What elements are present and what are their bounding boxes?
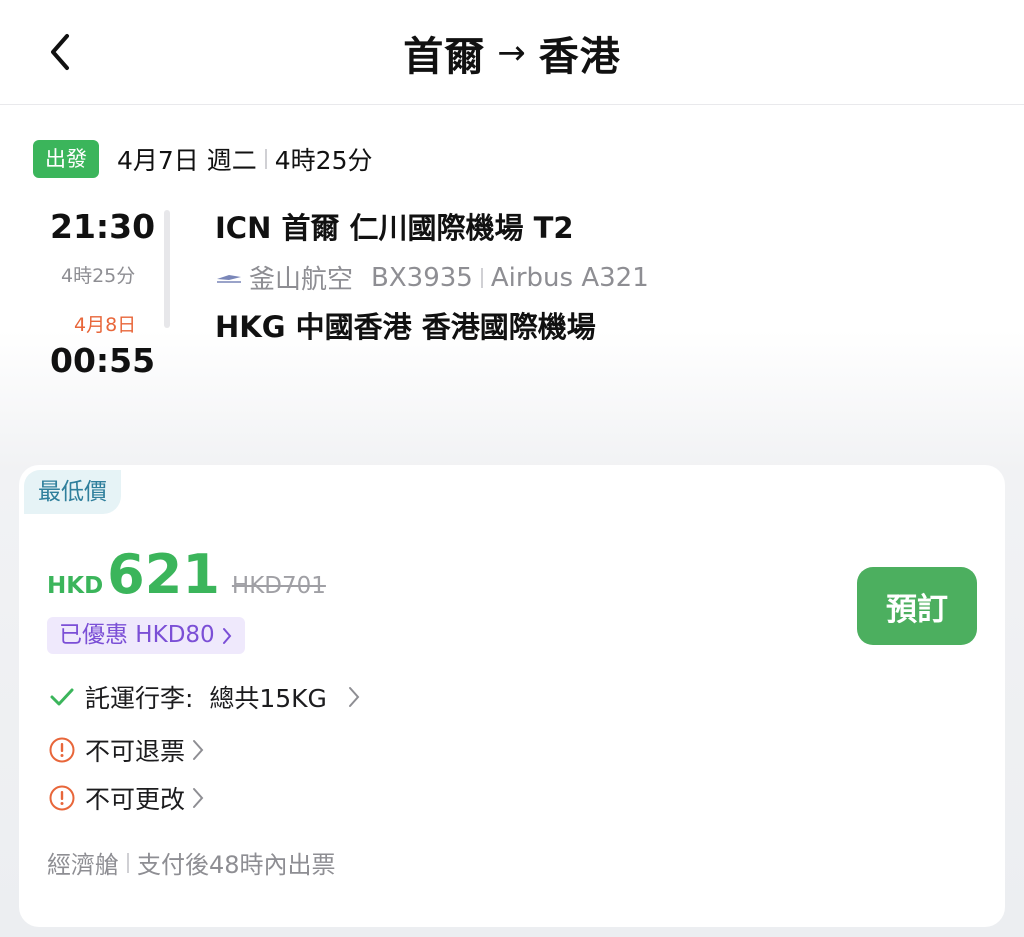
divider xyxy=(480,267,483,288)
chevron-right-icon xyxy=(193,788,204,808)
arrival-time: 00:55 xyxy=(50,341,156,380)
chevron-right-icon xyxy=(193,740,204,760)
discount-text: 已優惠 HKD80 xyxy=(59,622,215,648)
destination-city: 香港 xyxy=(538,33,621,80)
original-price: HKD701 xyxy=(231,573,326,599)
airline-name: 釜山航空 xyxy=(249,265,354,295)
route-arrow: → xyxy=(497,32,527,73)
ticket-info: 經濟艙 支付後48時內出票 xyxy=(47,845,336,880)
refund-policy[interactable]: 不可退票 xyxy=(47,732,205,768)
cabin-class: 經濟艙 xyxy=(47,851,119,879)
flight-info: 釜山航空 BX3935 Airbus A321 xyxy=(215,259,649,296)
baggage-info[interactable]: 託運行李: 總共15KG xyxy=(47,679,361,715)
divider xyxy=(127,852,129,873)
offer-card[interactable]: 最低價 HKD 621 HKD701 已優惠 HKD80 預訂 託運行李: 總共… xyxy=(19,465,1005,927)
airline-logo-icon xyxy=(217,274,241,283)
flight-duration: 4時25分 xyxy=(274,146,373,175)
page-title: 首爾 → 香港 xyxy=(0,0,1024,105)
refund-text: 不可退票 xyxy=(85,737,186,766)
discount-tag[interactable]: 已優惠 HKD80 xyxy=(47,617,245,654)
price-currency: HKD xyxy=(47,573,104,599)
timeline-divider xyxy=(164,210,170,328)
flight-number: BX3935 xyxy=(371,262,473,293)
baggage-text: 託運行李: 總共15KG xyxy=(85,684,327,713)
departure-date: 4月7日 週二 xyxy=(117,146,257,175)
origin-city: 首爾 xyxy=(403,33,486,80)
departure-time: 21:30 xyxy=(50,207,156,246)
departure-airport: ICN 首爾 仁川國際機場 T2 xyxy=(215,211,574,245)
warning-icon xyxy=(47,735,77,765)
arrival-airport: HKG 中國香港 香港國際機場 xyxy=(215,310,596,344)
departure-badge: 出發 xyxy=(33,140,99,178)
chevron-right-icon xyxy=(222,627,231,644)
price-row: HKD 621 HKD701 xyxy=(47,543,326,606)
change-text: 不可更改 xyxy=(85,785,186,814)
header-bar: 首爾 → 香港 xyxy=(0,0,1024,105)
divider xyxy=(264,149,267,169)
ticketing-note: 支付後48時內出票 xyxy=(137,851,336,879)
chevron-right-icon xyxy=(348,687,360,707)
departure-summary: 出發 4月7日 週二 4時25分 xyxy=(33,139,372,179)
arrival-date: 4月8日 xyxy=(74,314,137,336)
duration-label: 4時25分 xyxy=(61,265,136,287)
price-value: 621 xyxy=(107,543,220,606)
warning-icon xyxy=(47,783,77,813)
check-icon xyxy=(47,682,77,712)
change-policy[interactable]: 不可更改 xyxy=(47,780,205,816)
book-button[interactable]: 預訂 xyxy=(857,567,977,645)
aircraft-type: Airbus A321 xyxy=(490,262,649,293)
lowest-price-badge: 最低價 xyxy=(24,470,121,514)
